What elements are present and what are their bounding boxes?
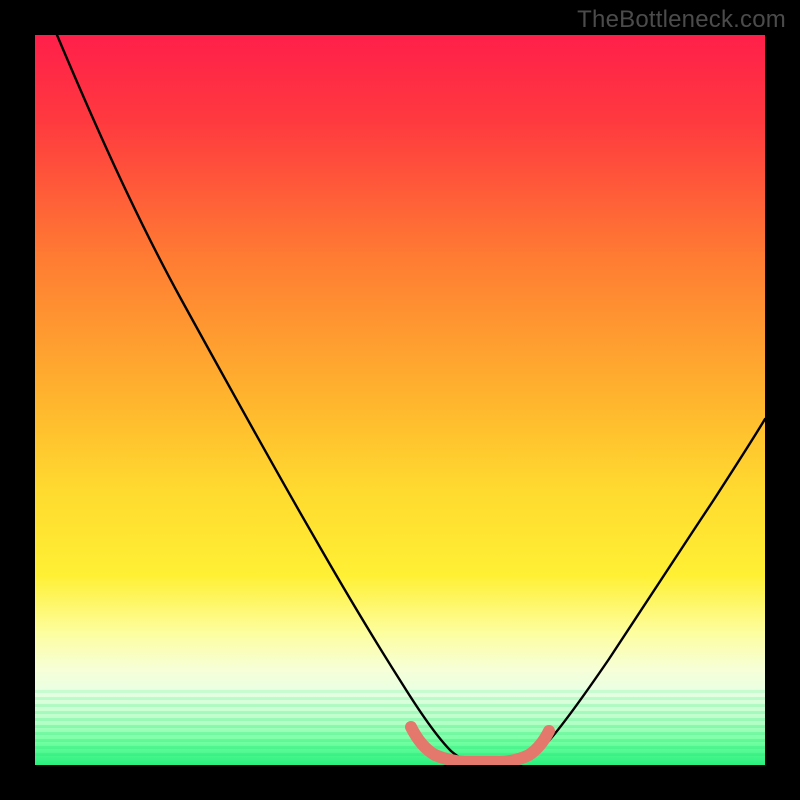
curves-layer [35, 35, 765, 765]
optimal-zone-marker [411, 727, 549, 762]
chart-frame: TheBottleneck.com [0, 0, 800, 800]
bottleneck-curve [57, 35, 765, 762]
plot-area [35, 35, 765, 765]
watermark-text: TheBottleneck.com [577, 6, 786, 34]
